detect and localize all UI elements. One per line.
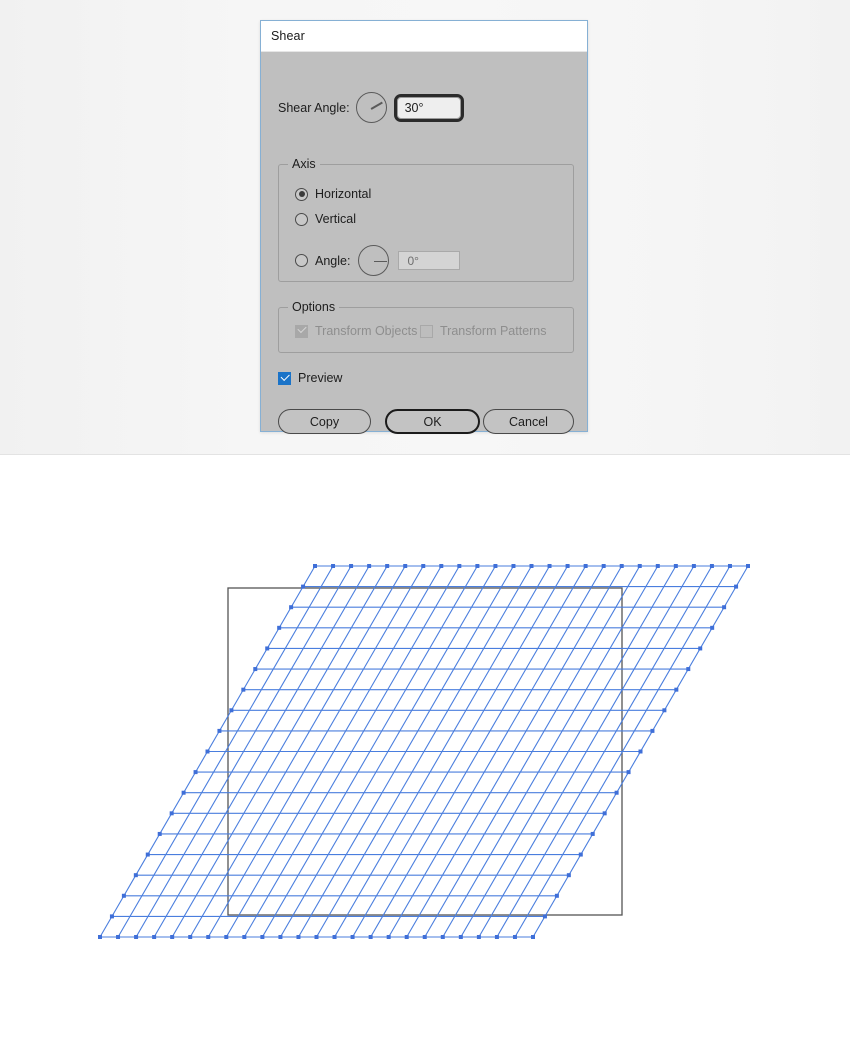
shear-angle-input[interactable]: 30° (393, 93, 464, 122)
checkbox-preview[interactable]: Preview (278, 371, 342, 385)
shear-angle-value: 30° (404, 100, 424, 115)
shear-angle-dial-icon[interactable] (355, 92, 387, 123)
axis-groupbox: Axis Horizontal Vertical Angle: 0° (278, 157, 574, 282)
checkbox-preview-box[interactable] (278, 371, 291, 385)
axis-angle-dial-icon[interactable] (358, 245, 390, 276)
options-group-legend: Options (288, 300, 340, 314)
check-icon (297, 323, 307, 333)
radio-axis-angle[interactable]: Angle: 0° (295, 245, 461, 276)
radio-angle-indicator (295, 254, 308, 267)
shear-dialog: Shear Shear Angle: 30° Axis Horizontal V… (260, 20, 588, 434)
shear-angle-row: Shear Angle: 30° (278, 92, 464, 123)
dialog-body: Shear Angle: 30° Axis Horizontal Vertica… (261, 52, 587, 434)
copy-button[interactable]: Copy (278, 409, 371, 434)
axis-group-legend: Axis (288, 157, 320, 171)
radio-horizontal-indicator (295, 187, 308, 201)
ok-button[interactable]: OK (385, 409, 480, 434)
radio-horizontal-label: Horizontal (315, 187, 372, 201)
checkbox-transform-objects-label: Transform Objects (315, 324, 418, 338)
radio-angle-label: Angle: (315, 253, 351, 268)
checkbox-transform-objects-box (295, 323, 308, 338)
radio-axis-vertical[interactable]: Vertical (295, 212, 356, 226)
sheared-grid (99, 565, 749, 938)
dial-needle (373, 260, 387, 263)
checkbox-transform-patterns-box (420, 324, 433, 338)
dialog-title: Shear (271, 29, 305, 43)
checkbox-transform-patterns-label: Transform Patterns (440, 324, 547, 338)
radio-vertical-indicator (295, 212, 308, 226)
checkbox-transform-objects: Transform Objects (295, 323, 418, 338)
options-groupbox: Options Transform Objects Transform Patt… (278, 300, 574, 353)
check-icon (280, 371, 290, 381)
dialog-titlebar: Shear (261, 21, 587, 52)
radio-axis-horizontal[interactable]: Horizontal (295, 187, 371, 201)
shear-angle-label: Shear Angle: (278, 100, 350, 115)
cancel-button[interactable]: Cancel (483, 409, 574, 434)
sheared-grid-artwork (98, 564, 750, 939)
checkbox-preview-label: Preview (298, 371, 343, 385)
axis-angle-input[interactable]: 0° (398, 251, 461, 270)
dial-needle (370, 101, 383, 109)
axis-angle-value: 0° (407, 253, 419, 268)
radio-vertical-label: Vertical (315, 212, 356, 226)
checkbox-transform-patterns: Transform Patterns (420, 324, 547, 338)
